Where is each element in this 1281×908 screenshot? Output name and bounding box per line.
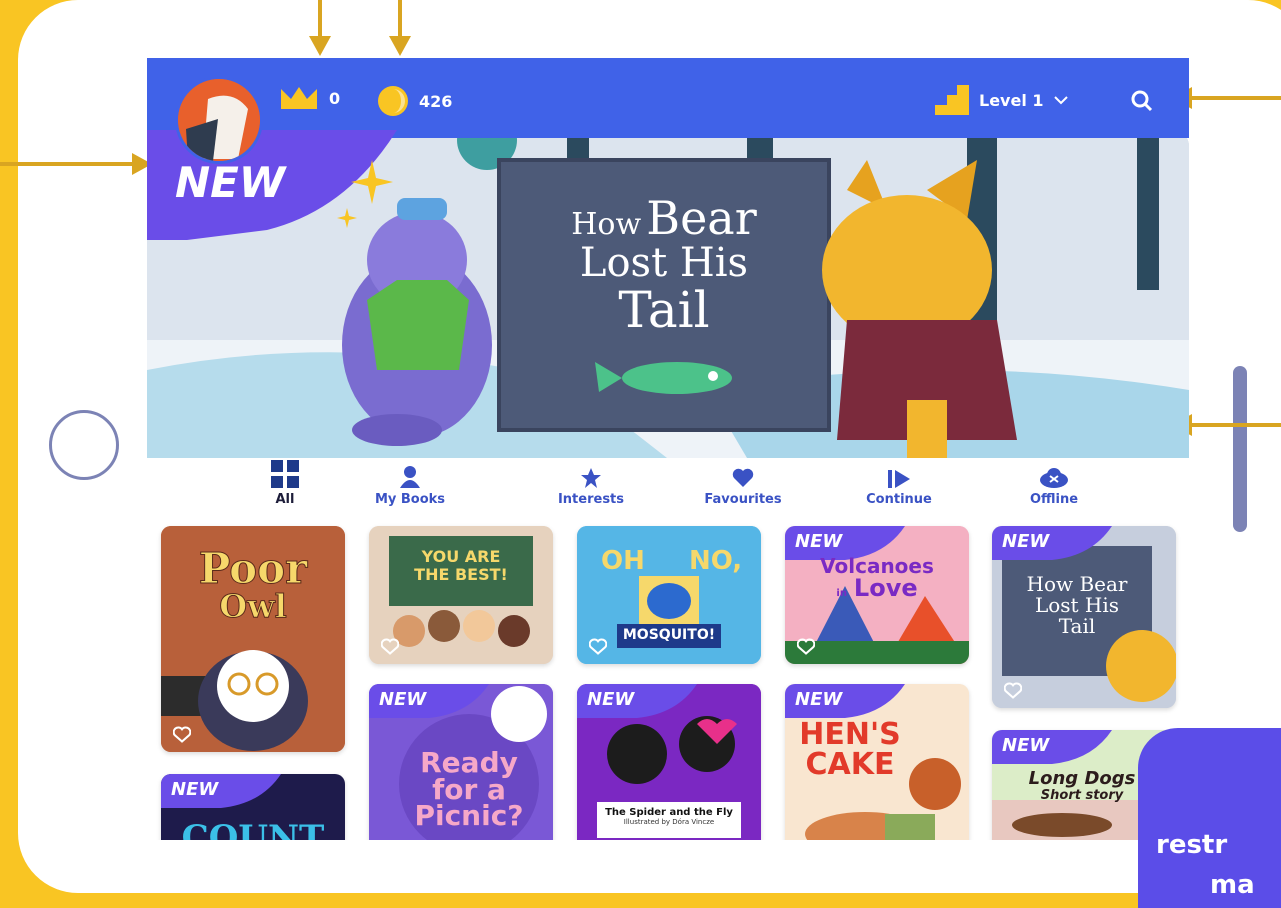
book-title: Tail xyxy=(1058,614,1096,638)
new-badge: NEW xyxy=(379,689,427,710)
avatar[interactable] xyxy=(175,76,263,164)
tab-label: Offline xyxy=(1029,492,1079,507)
annotation-arrow-search xyxy=(1190,96,1281,100)
fox-avatar-icon xyxy=(178,79,260,161)
book-title: HEN'S xyxy=(799,717,901,752)
hero-title: How Bear Lost His Tail xyxy=(571,191,757,340)
side-button[interactable] xyxy=(1233,366,1247,532)
person-icon xyxy=(400,466,420,488)
annotation-arrowhead-crowns xyxy=(309,36,331,56)
new-badge: NEW xyxy=(587,689,635,710)
book-subtitle: Illustrated by Dóra Vincze xyxy=(623,818,715,826)
level-stairs-icon xyxy=(935,85,969,115)
book-title: Poor xyxy=(198,544,308,593)
new-badge: NEW xyxy=(1002,531,1050,552)
book-card[interactable]: NEW COUNT xyxy=(161,774,345,840)
home-button[interactable] xyxy=(49,410,119,480)
tab-all[interactable]: All xyxy=(225,458,345,507)
book-card[interactable]: Poor Owl xyxy=(161,526,345,752)
hero-new-badge: NEW xyxy=(175,158,286,207)
book-title: in xyxy=(836,588,847,599)
book-card[interactable]: NEW Volcanoes in Love xyxy=(785,526,969,664)
annotation-arrowhead-coins xyxy=(389,36,411,56)
coins-counter: 426 xyxy=(377,85,452,117)
heart-icon xyxy=(732,468,754,487)
book-card[interactable]: YOU ARE THE BEST! xyxy=(369,526,553,664)
level-label: Level 1 xyxy=(979,90,1044,110)
book-card[interactable]: NEW HEN'S CAKE xyxy=(785,684,969,840)
book-title-panel: The Spider and the Fly Illustrated by Dó… xyxy=(597,802,741,838)
book-title: Long Dogs xyxy=(1028,768,1136,789)
annotation-arrow-carousel xyxy=(1190,423,1281,427)
tab-label: My Books xyxy=(374,492,446,507)
coin-icon xyxy=(378,86,408,116)
tab-offline[interactable]: Offline xyxy=(994,458,1114,507)
favourite-heart-icon[interactable] xyxy=(1004,682,1022,700)
new-badge: NEW xyxy=(795,531,843,552)
book-title: Volcanoes xyxy=(820,554,934,578)
promo-text: restr xyxy=(1156,830,1228,860)
book-card[interactable]: OH NO, MOSQUITO! xyxy=(577,526,761,664)
resume-icon xyxy=(888,470,910,488)
chevron-down-icon xyxy=(1053,96,1068,105)
tab-continue[interactable]: Continue xyxy=(839,458,959,507)
book-title: Picnic? xyxy=(414,799,524,833)
cloud-offline-icon xyxy=(1040,468,1068,488)
favourite-heart-icon[interactable] xyxy=(173,726,191,744)
book-title: CAKE xyxy=(805,747,895,782)
tab-interests[interactable]: Interests xyxy=(531,458,651,507)
crown-icon xyxy=(281,87,317,109)
book-title: MOSQUITO! xyxy=(622,627,716,643)
new-badge: NEW xyxy=(795,689,843,710)
search-icon[interactable] xyxy=(1131,90,1153,112)
book-title: The Spider and the Fly xyxy=(605,807,733,818)
book-title: Lost His xyxy=(1034,593,1120,617)
app-screen: How Bear Lost His Tail NEW 0 426 Level 1… xyxy=(147,58,1189,840)
book-card[interactable]: NEW The Spider and the Fly Illustrated b… xyxy=(577,684,761,840)
book-title: How Bear xyxy=(1026,572,1128,596)
tab-label: Interests xyxy=(557,492,625,507)
star-icon xyxy=(581,468,601,488)
favourite-heart-icon[interactable] xyxy=(381,638,399,656)
level-selector[interactable]: Level 1 xyxy=(935,85,1068,115)
book-title: Short story xyxy=(1040,787,1124,803)
coins-value: 426 xyxy=(419,91,453,111)
tab-label: Favourites xyxy=(704,492,782,507)
book-title: NO, xyxy=(689,546,743,576)
tab-label: All xyxy=(275,492,295,507)
grid-icon xyxy=(271,460,299,488)
annotation-arrow-avatar xyxy=(0,162,138,166)
tab-label: Continue xyxy=(866,492,932,507)
promo-text: ma xyxy=(1210,870,1255,900)
book-card[interactable]: NEW How Bear Lost His Tail xyxy=(992,526,1176,708)
book-title: THE BEST! xyxy=(414,564,508,584)
crowns-counter: 0 xyxy=(279,85,340,111)
promo-overlay: restr ma xyxy=(1138,728,1281,908)
book-title: Owl xyxy=(219,587,288,625)
tab-my-books[interactable]: My Books xyxy=(350,458,470,507)
book-title: YOU ARE xyxy=(421,547,501,566)
new-badge: NEW xyxy=(1002,735,1050,756)
book-title: Love xyxy=(853,574,918,602)
favourite-heart-icon[interactable] xyxy=(589,638,607,656)
book-card[interactable]: NEW Ready for a Picnic? xyxy=(369,684,553,840)
book-title: COUNT xyxy=(181,818,325,840)
crowns-value: 0 xyxy=(329,88,341,108)
filter-tabs: All My Books Interests Favourites Contin… xyxy=(147,458,1189,518)
new-badge: NEW xyxy=(171,779,219,800)
book-title: OH xyxy=(601,546,645,576)
tab-favourites[interactable]: Favourites xyxy=(683,458,803,507)
favourite-heart-icon[interactable] xyxy=(797,638,815,656)
